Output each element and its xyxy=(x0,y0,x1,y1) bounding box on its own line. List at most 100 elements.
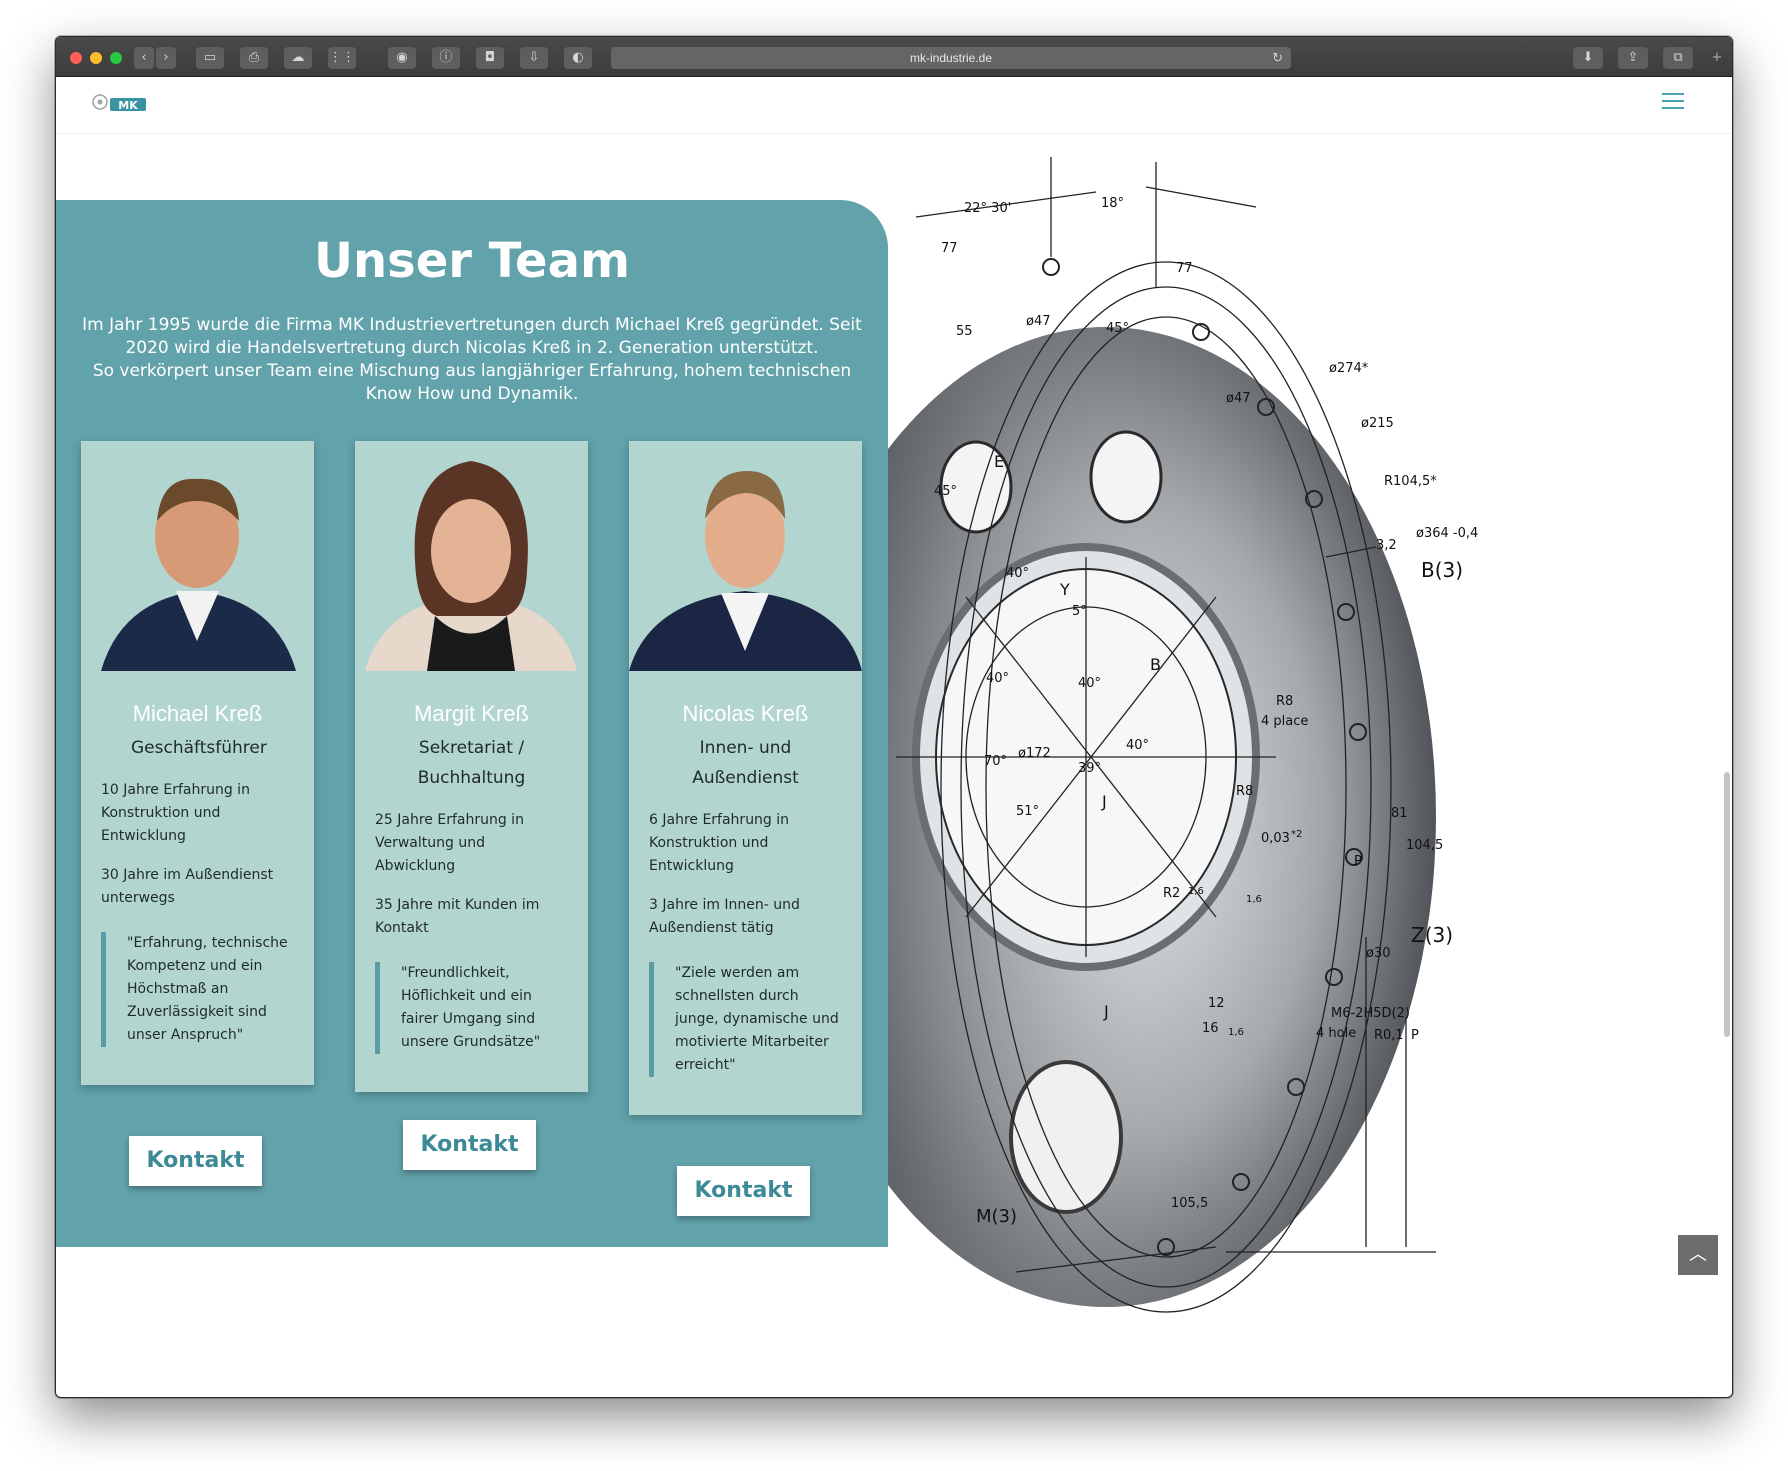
drawing-label: 1,6 xyxy=(1246,894,1262,905)
zoom-window-button[interactable] xyxy=(110,52,122,64)
drawing-label: ø47 xyxy=(1026,314,1051,329)
drawing-label: 105,5 xyxy=(1171,1196,1208,1211)
margit-portrait-image xyxy=(355,441,588,671)
drawing-label: ø364 -0,4 xyxy=(1416,526,1478,541)
drawing-label: ø30 xyxy=(1366,946,1391,961)
new-tab-icon[interactable]: + xyxy=(1708,47,1726,69)
technical-drawing-image: 22° 30' 18° 77 77 55 ø47 45° ø274* ø47 ø… xyxy=(836,157,1478,1313)
drawing-label: R8 xyxy=(1236,784,1253,799)
tabs-icon[interactable]: ⧉ xyxy=(1663,47,1693,69)
member-fact: 3 Jahre im Innen- und Außendienst tätig xyxy=(649,897,800,936)
share-icon[interactable]: ⇪ xyxy=(1618,47,1648,69)
minimize-window-button[interactable] xyxy=(90,52,102,64)
sidebar-icon[interactable]: ▭ xyxy=(196,47,224,69)
drawing-label: 39° xyxy=(1078,761,1101,776)
contact-button-nicolas[interactable]: Kontakt xyxy=(677,1166,810,1216)
drawing-label: Z(3) xyxy=(1411,923,1453,947)
drawing-label: 3,2 xyxy=(1376,538,1397,553)
member-fact: 6 Jahre Erfahrung in Konstruktion und En… xyxy=(649,812,790,874)
member-name: Margit Kreß xyxy=(414,701,529,726)
member-name: Nicolas Kreß xyxy=(682,701,809,726)
nicolas-portrait-image xyxy=(629,441,862,671)
member-name: Michael Kreß xyxy=(132,701,263,726)
shield-icon[interactable]: ◐ xyxy=(564,47,592,69)
drawing-label: J xyxy=(1103,1002,1109,1021)
site-header: MK xyxy=(56,77,1732,134)
drawing-label: 40° xyxy=(1126,738,1149,753)
drawing-label: 77 xyxy=(941,241,958,256)
grid-icon[interactable]: ⋮⋮ xyxy=(328,47,356,69)
drawing-label: 77 xyxy=(1176,261,1193,276)
drawing-label: E xyxy=(994,452,1004,471)
member-quote: "Erfahrung, technische Kompetenz und ein… xyxy=(101,932,294,1047)
team-title: Unser Team xyxy=(314,233,630,289)
drawing-label: 45° xyxy=(934,484,957,499)
drawing-label: B xyxy=(1150,655,1161,674)
drawing-label: 22° 30' xyxy=(964,201,1011,216)
drawing-label: 40° xyxy=(1006,566,1029,581)
drawing-label: 40° xyxy=(1078,676,1101,691)
camera-icon[interactable]: ◘ xyxy=(476,47,504,69)
password-icon[interactable]: ⓘ xyxy=(432,47,460,69)
team-intro-line: So verkörpert unser Team eine Mischung a… xyxy=(92,361,852,404)
drawing-label: 16 xyxy=(1202,1021,1219,1036)
drawing-label: 4 hole xyxy=(1316,1026,1356,1041)
close-window-button[interactable] xyxy=(70,52,82,64)
drawing-label: 0,03 xyxy=(1261,831,1290,846)
team-card-nicolas: Nicolas Kreß Innen- und Außendienst 6 Ja… xyxy=(629,441,862,1115)
menu-icon[interactable] xyxy=(1662,93,1684,111)
member-role: Geschäftsführer xyxy=(131,738,267,758)
color-picker-icon[interactable]: ◉ xyxy=(388,47,416,69)
url-text: mk-industrie.de xyxy=(909,51,993,65)
reload-icon[interactable]: ↻ xyxy=(1272,47,1283,69)
back-to-top-icon[interactable]: ︿ xyxy=(1678,1235,1718,1275)
michael-portrait-image xyxy=(81,441,314,671)
drawing-label: ø172 xyxy=(1018,746,1051,761)
drawing-label: 104,5 xyxy=(1406,838,1443,853)
drawing-label: B(3) xyxy=(1421,558,1463,582)
member-role: Innen- und Außendienst xyxy=(692,738,799,788)
member-fact: 30 Jahre im Außendienst unterwegs xyxy=(101,867,274,906)
contact-button-margit[interactable]: Kontakt xyxy=(403,1120,536,1170)
drawing-label: 55 xyxy=(956,324,973,339)
back-icon[interactable]: ‹ xyxy=(134,47,154,69)
drawing-label: J xyxy=(1101,792,1107,811)
drawing-label: 5° xyxy=(1072,604,1087,619)
drawing-label: 51° xyxy=(1016,804,1039,819)
company-logo[interactable]: MK xyxy=(90,90,148,116)
drawing-label: ø274* xyxy=(1329,361,1369,376)
address-bar[interactable]: mk-industrie.de ↻ xyxy=(611,47,1291,69)
member-quote: "Freundlichkeit, Höflichkeit und ein fai… xyxy=(375,962,568,1054)
team-intro-line: Im Jahr 1995 wurde die Firma MK Industri… xyxy=(82,315,862,358)
drawing-label: R2 xyxy=(1163,886,1180,901)
drawing-label: R104,5* xyxy=(1384,474,1437,489)
member-role: Sekretariat / Buchhaltung xyxy=(417,738,526,788)
drawing-label: 40° xyxy=(986,671,1009,686)
cloud-icon[interactable]: ☁ xyxy=(284,47,312,69)
drawing-label: 12 xyxy=(1208,996,1225,1011)
drawing-label: 18° xyxy=(1101,196,1124,211)
drawing-label: 81 xyxy=(1391,806,1408,821)
team-intro: Im Jahr 1995 wurde die Firma MK Industri… xyxy=(78,314,866,406)
downloads-icon[interactable]: ⬇ xyxy=(1573,47,1603,69)
print-icon[interactable]: ⎙ xyxy=(240,47,268,69)
drawing-label: 4 place xyxy=(1261,714,1308,729)
page-scrollbar[interactable] xyxy=(1724,772,1730,1037)
drawing-label: 45° xyxy=(1106,321,1129,336)
drawing-label: ø215 xyxy=(1361,416,1394,431)
member-quote: "Ziele werden am schnellsten durch junge… xyxy=(649,962,842,1077)
team-card-michael: Michael Kreß Geschäftsführer 10 Jahre Er… xyxy=(81,441,314,1085)
logo-text: MK xyxy=(118,99,138,112)
team-card-margit: Margit Kreß Sekretariat / Buchhaltung 25… xyxy=(355,441,588,1092)
drawing-label: 70° xyxy=(984,754,1007,769)
drawing-label: M6-2H5D(2) xyxy=(1331,1006,1410,1021)
contact-button-michael[interactable]: Kontakt xyxy=(129,1136,262,1186)
drawing-label: R0,1 xyxy=(1374,1028,1404,1043)
drawing-label: ø47 xyxy=(1226,391,1251,406)
drawing-label: *2 xyxy=(1291,829,1302,840)
download-manager-icon[interactable]: ⇩ xyxy=(520,47,548,69)
drawing-label: 1,6 xyxy=(1188,886,1204,897)
forward-icon[interactable]: › xyxy=(156,47,176,69)
browser-toolbar: ‹ › ▭ ⎙ ☁ ⋮⋮ ◉ ⓘ ◘ ⇩ ◐ mk-industrie.de ↻… xyxy=(56,37,1732,77)
drawing-label: P xyxy=(1411,1028,1419,1043)
